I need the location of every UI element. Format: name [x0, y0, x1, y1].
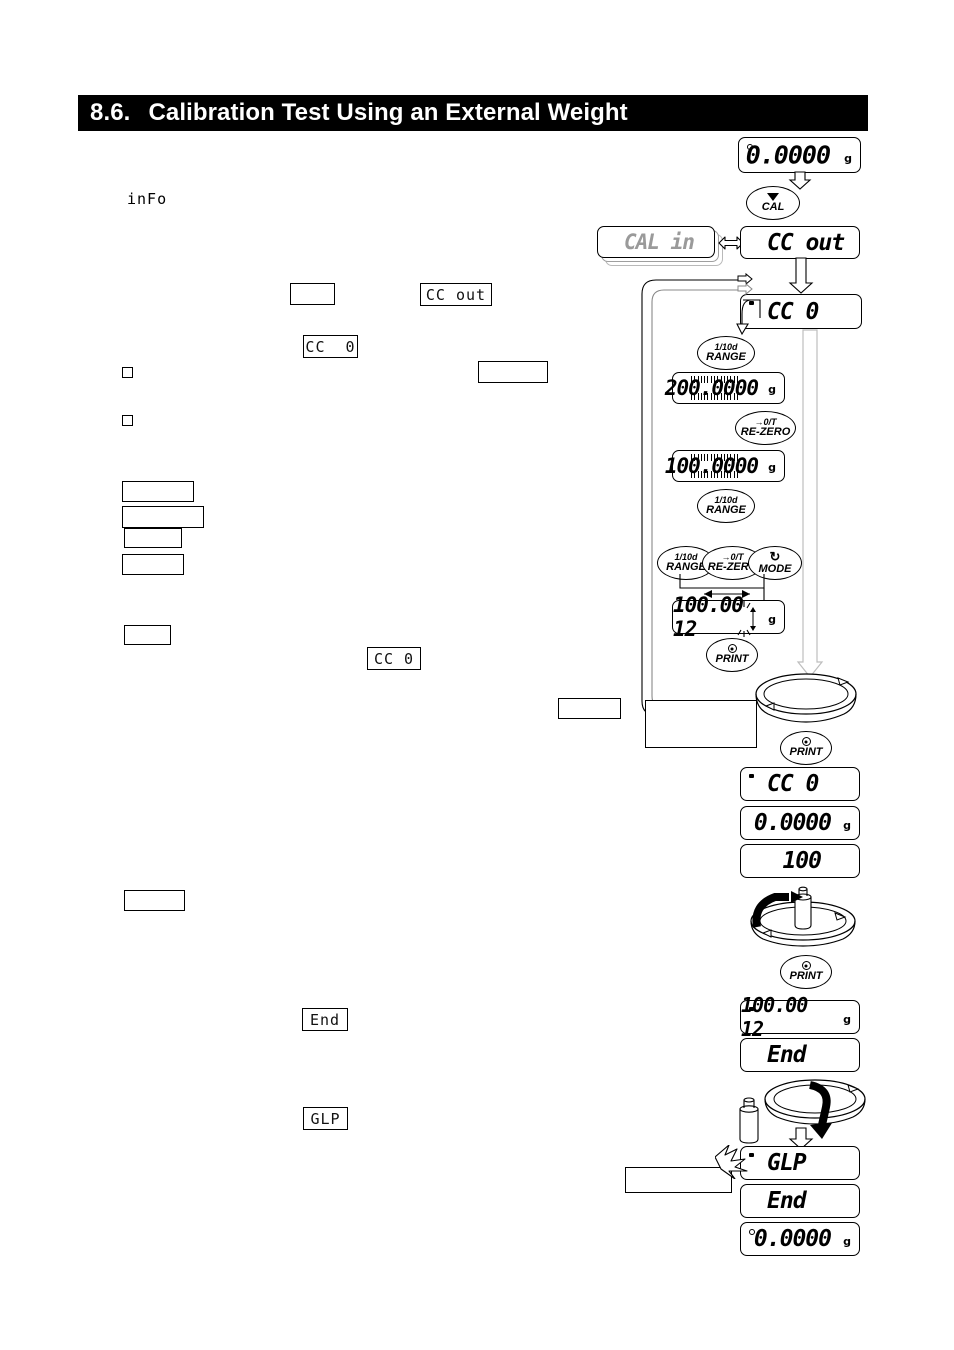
- flow-arrow-2: [788, 257, 814, 294]
- lcd-unit: g: [844, 152, 852, 165]
- weighing-pan-empty: [752, 672, 860, 730]
- print-icon: [727, 644, 737, 654]
- code-box-cc-out: CC out: [420, 283, 492, 306]
- manual-page: 8.6. Calibration Test Using an External …: [0, 0, 954, 1350]
- blank-box-1: [290, 283, 335, 305]
- triangle-down-icon: [767, 192, 779, 201]
- lcd-unit: g: [843, 1235, 851, 1248]
- blank-box-9: [124, 890, 185, 911]
- section-title: Calibration Test Using an External Weigh…: [148, 99, 628, 126]
- rezero-key-1[interactable]: →0/T RE-ZERO: [735, 411, 796, 445]
- callout-pointer-icon: [714, 1144, 753, 1184]
- lcd-display-end-1: End: [740, 1038, 860, 1072]
- lcd-value: 100.00 12: [741, 993, 808, 1041]
- flow-arrow-1: [788, 171, 812, 190]
- print-key-2[interactable]: PRINT: [780, 731, 832, 765]
- print-key-3[interactable]: PRINT: [780, 955, 832, 989]
- range-key-label: RANGE: [706, 503, 746, 516]
- lcd-display-end-2: End: [740, 1184, 860, 1218]
- range-key-label: RANGE: [666, 560, 706, 573]
- blank-box-4: [122, 506, 204, 528]
- lcd-unit: g: [768, 461, 776, 474]
- lcd-value: 0.0000: [753, 810, 832, 836]
- print-key-1[interactable]: PRINT: [706, 638, 758, 672]
- cal-key[interactable]: CAL: [746, 186, 800, 220]
- code-box-end: End: [302, 1008, 348, 1031]
- lcd-value: End: [767, 1188, 807, 1214]
- range-key-2[interactable]: 1/10d RANGE: [697, 489, 755, 523]
- blank-box-6: [122, 554, 184, 575]
- blank-box-7: [124, 625, 171, 645]
- lcd-display-200: 200.0000 g: [665, 372, 785, 404]
- callout-box-1: [645, 700, 757, 748]
- lcd-value: 100: [782, 848, 822, 874]
- lcd-display-cc-out: CC out: [740, 226, 860, 259]
- lcd-display-zero-after-cc: 0.0000 g: [740, 806, 860, 840]
- flow-arrow-skip-long: [796, 329, 824, 678]
- lcd-value: 100.0000: [664, 454, 759, 478]
- lcd-display-100-0000: 100.0000 g: [665, 450, 785, 482]
- flow-arrow-loop-in-2: [737, 282, 753, 298]
- lcd-value: 0.0000: [745, 140, 831, 170]
- lcd-unit: g: [843, 819, 851, 832]
- lcd-value: End: [767, 1042, 807, 1068]
- stable-mark-icon: [749, 774, 754, 778]
- print-key-label: PRINT: [789, 970, 823, 983]
- code-box-glp: GLP: [303, 1107, 348, 1130]
- blank-box-8: [558, 698, 621, 719]
- blink-rays-icon: [736, 599, 758, 644]
- print-icon: [801, 961, 811, 971]
- lcd-display-final-zero: 0.0000 g: [740, 1222, 860, 1256]
- print-key-label: PRINT: [789, 746, 823, 759]
- blank-box-3: [122, 481, 194, 502]
- range-key-label: RANGE: [706, 350, 746, 363]
- info-label: inFo: [127, 190, 168, 208]
- lcd-display-glp: GLP: [740, 1146, 860, 1180]
- bullet-square-2: [122, 415, 133, 426]
- code-box-cc-zero-2: CC 0: [367, 647, 421, 670]
- print-key-label: PRINT: [715, 653, 749, 666]
- blank-box-5: [124, 528, 182, 548]
- lcd-display-target-100: 100: [740, 844, 860, 878]
- lcd-unit: g: [843, 1013, 851, 1026]
- lcd-display-cal-in: CAL in: [597, 226, 715, 258]
- lcd-unit: g: [768, 613, 776, 626]
- lcd-value: 0.0000: [753, 1226, 832, 1252]
- section-header-bar: 8.6. Calibration Test Using an External …: [78, 95, 868, 131]
- lcd-display-blinking-digit: 100.00 12 g: [672, 593, 785, 641]
- lcd-value: GLP: [767, 1150, 807, 1176]
- lcd-value: CAL in: [624, 230, 695, 254]
- blank-box-2: [478, 361, 548, 383]
- bullet-square-1: [122, 367, 133, 378]
- rezero-key-label: RE-ZERO: [740, 425, 791, 438]
- lcd-display-measured-value: 100.00 12 g: [740, 993, 860, 1041]
- print-icon: [801, 737, 811, 747]
- range-key-1[interactable]: 1/10d RANGE: [697, 336, 755, 370]
- code-box-cc-zero-1: CC 0: [303, 335, 358, 358]
- lcd-unit: g: [768, 383, 776, 396]
- weighing-pan-with-weight: [745, 886, 860, 953]
- lcd-value: CC out: [767, 229, 845, 256]
- lcd-value: CC 0: [767, 771, 819, 797]
- cal-key-label: CAL: [761, 200, 785, 213]
- recycle-icon: ↻: [769, 549, 781, 565]
- flow-return-hook: [736, 298, 782, 343]
- lcd-value: 200.0000: [664, 376, 759, 400]
- lcd-display-initial-zero: 0.0000 g: [738, 137, 861, 173]
- section-number: 8.6.: [90, 99, 131, 126]
- lcd-display-cc-zero-mid: CC 0: [740, 767, 860, 801]
